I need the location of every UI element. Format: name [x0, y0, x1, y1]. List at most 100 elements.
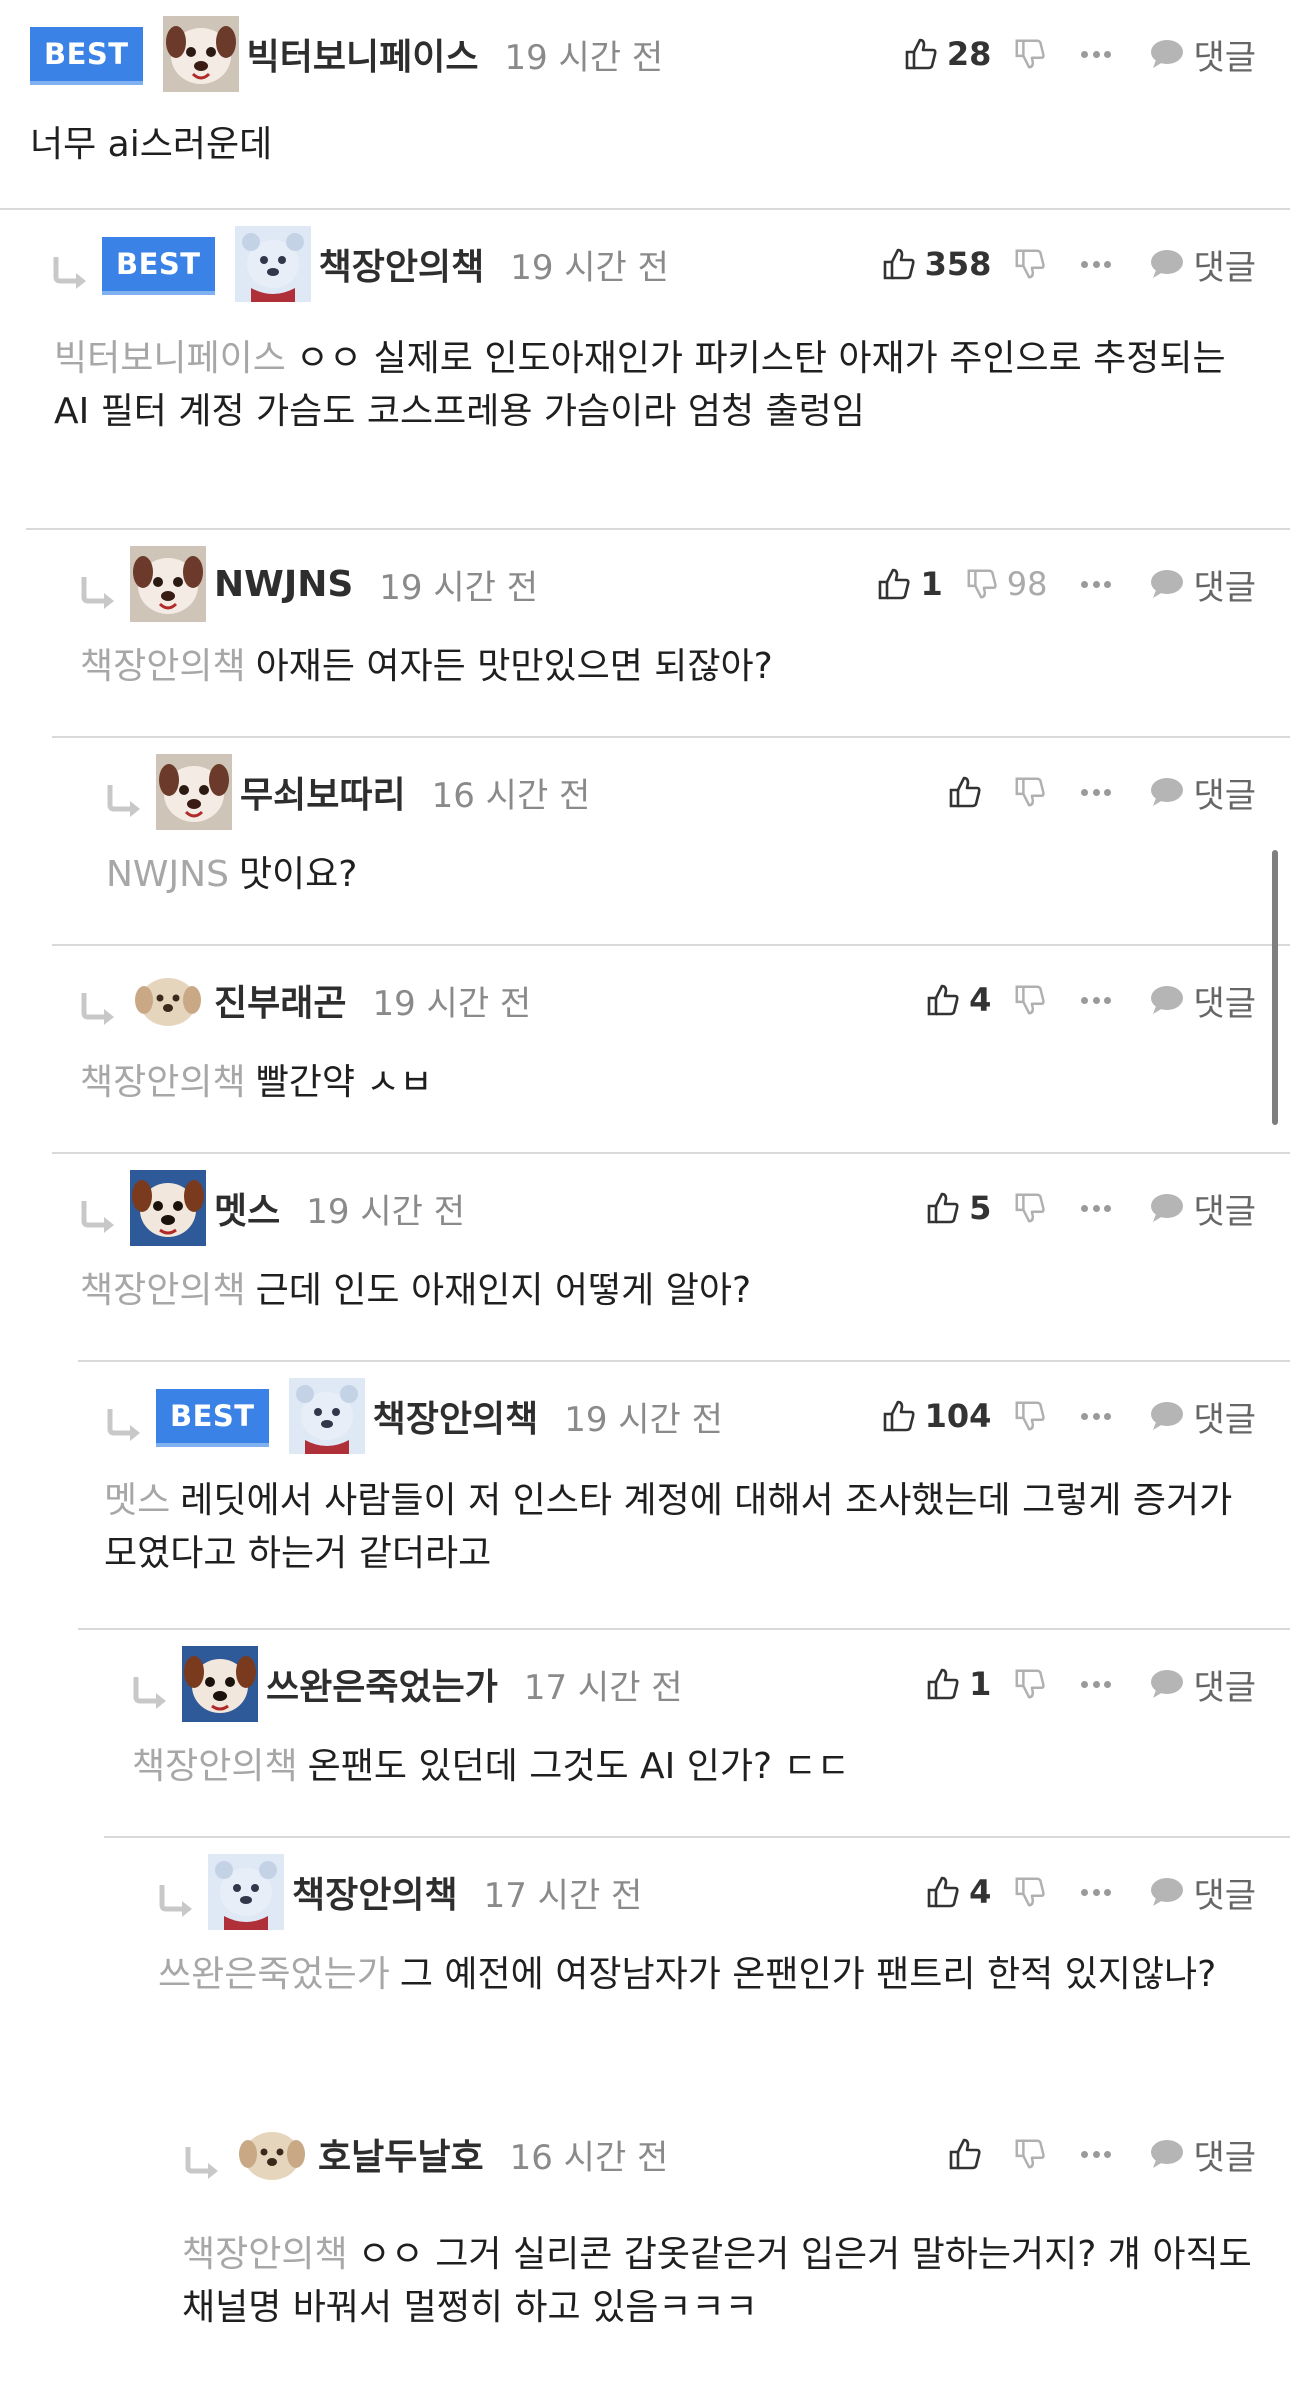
nickname[interactable]: 빅터보니페이스	[247, 28, 479, 80]
more-options-icon[interactable]	[1081, 1411, 1112, 1421]
reply-button[interactable]: 댓글	[1149, 560, 1256, 609]
bear-avatar[interactable]	[234, 226, 311, 302]
like-count: 4	[969, 1873, 992, 1911]
more-options-icon[interactable]	[1081, 579, 1112, 589]
timestamp: 17 시간 전	[523, 1667, 683, 1708]
mention[interactable]: 멧스	[104, 1480, 170, 1521]
nickname[interactable]: NWJNS	[214, 564, 353, 605]
like-button[interactable]: 5	[925, 1172, 991, 1244]
nickname[interactable]: 책장안의책	[292, 1866, 458, 1918]
mention[interactable]: 빅터보니페이스	[54, 338, 286, 379]
dislike-button[interactable]	[1013, 1399, 1047, 1433]
speech-bubble-icon	[1151, 250, 1184, 278]
like-count: 358	[924, 245, 992, 283]
nickname[interactable]: 책장안의책	[373, 1390, 539, 1442]
dislike-button[interactable]	[1013, 2137, 1047, 2171]
like-button[interactable]: 104	[881, 1380, 992, 1452]
dog-dark-avatar[interactable]	[130, 1170, 206, 1246]
mention[interactable]: 책장안의책	[182, 2234, 348, 2275]
dislike-button[interactable]	[1013, 983, 1047, 1017]
puppy-avatar[interactable]	[130, 962, 206, 1038]
nickname[interactable]: 진부래곤	[214, 974, 346, 1026]
reply-button[interactable]: 댓글	[1149, 976, 1256, 1025]
thumbs-up-icon	[905, 38, 937, 70]
mention[interactable]: 책장안의책	[132, 1746, 298, 1787]
thumbs-down-icon	[1015, 1877, 1046, 1907]
like-button[interactable]: 4	[925, 1856, 991, 1928]
more-options-icon[interactable]	[1081, 259, 1112, 269]
more-options-icon[interactable]	[1081, 1203, 1112, 1213]
like-count: 104	[924, 1397, 992, 1435]
comment-item: BEST 책장안의책 19 시간 전 104 댓글 멧스 레딧에서 사람들이 저…	[0, 1362, 1290, 1630]
nickname[interactable]: 책장안의책	[319, 238, 485, 290]
dog-avatar[interactable]	[162, 16, 239, 92]
reply-arrow-icon	[133, 1677, 166, 1709]
comment-text: 너무 ai스러운데	[30, 124, 273, 165]
mention[interactable]: 책장안의책	[80, 1062, 246, 1103]
reply-button[interactable]: 댓글	[1149, 1660, 1256, 1709]
nickname[interactable]: 무쇠보따리	[240, 766, 406, 818]
mention[interactable]: 쓰완은죽었는가	[158, 1954, 390, 1995]
more-options-icon[interactable]	[1081, 49, 1112, 59]
reply-button[interactable]: 댓글	[1149, 30, 1256, 79]
mention[interactable]: 책장안의책	[80, 646, 246, 687]
like-button[interactable]: 358	[881, 228, 992, 300]
nickname[interactable]: 호날두날호	[318, 2128, 484, 2180]
thumbs-up-icon	[927, 1668, 959, 1700]
comment-item: BEST 빅터보니페이스 19 시간 전 28 댓글 너무 ai스러운데	[0, 0, 1290, 210]
dislike-button[interactable]	[1013, 1667, 1047, 1701]
comment-text: 멧스 레딧에서 사람들이 저 인스타 계정에 대해서 조사했는데 그렇게 증거가 …	[104, 1480, 1233, 1574]
more-options-icon[interactable]	[1081, 787, 1112, 797]
comment-item: 진부래곤 19 시간 전 4 댓글 책장안의책 빨간약 ㅅㅂ	[0, 946, 1290, 1154]
reply-button[interactable]: 댓글	[1149, 240, 1256, 289]
dislike-button[interactable]: 98	[965, 565, 1048, 603]
mention[interactable]: 책장안의책	[80, 1270, 246, 1311]
bear-avatar[interactable]	[208, 1854, 284, 1930]
like-count: 5	[969, 1189, 992, 1227]
dislike-button[interactable]	[1013, 1875, 1047, 1909]
reply-label: 댓글	[1193, 1399, 1256, 1440]
thumbs-down-icon	[1015, 1193, 1046, 1223]
dog-avatar[interactable]	[156, 754, 232, 830]
reply-button[interactable]: 댓글	[1149, 1868, 1256, 1917]
dislike-button[interactable]	[1013, 37, 1047, 71]
dislike-button[interactable]	[1013, 775, 1047, 809]
dislike-button[interactable]	[1013, 1191, 1047, 1225]
like-button[interactable]: 28	[903, 18, 991, 90]
comment-item: 쓰완은죽었는가 17 시간 전 1 댓글 책장안의책 온팬도 있던데 그것도 A…	[0, 1630, 1290, 1838]
thumbs-up-icon	[927, 1192, 959, 1224]
dislike-button[interactable]	[1013, 247, 1047, 281]
dog-dark-avatar[interactable]	[182, 1646, 258, 1722]
like-button[interactable]	[947, 2118, 991, 2190]
reply-button[interactable]: 댓글	[1149, 2130, 1256, 2179]
reply-label: 댓글	[1193, 1875, 1256, 1916]
like-count: 4	[969, 981, 992, 1019]
like-button[interactable]: 1	[925, 1648, 991, 1720]
speech-bubble-icon	[1151, 570, 1184, 598]
like-count: 1	[969, 1665, 992, 1703]
bear-avatar[interactable]	[288, 1378, 365, 1454]
reply-label: 댓글	[1193, 37, 1256, 78]
like-button[interactable]	[947, 756, 991, 828]
comment-text: NWJNS 맛이요?	[106, 854, 358, 895]
mention[interactable]: NWJNS	[106, 854, 229, 895]
more-options-icon[interactable]	[1081, 1679, 1112, 1689]
dislike-count: 98	[1006, 565, 1048, 603]
timestamp: 16 시간 전	[509, 2137, 669, 2178]
reply-button[interactable]: 댓글	[1149, 768, 1256, 817]
reply-button[interactable]: 댓글	[1149, 1184, 1256, 1233]
more-options-icon[interactable]	[1081, 1887, 1112, 1897]
speech-bubble-icon	[1151, 1878, 1184, 1906]
nickname[interactable]: 쓰완은죽었는가	[266, 1658, 498, 1710]
reply-arrow-icon	[185, 2147, 218, 2179]
nickname[interactable]: 멧스	[214, 1182, 280, 1234]
like-button[interactable]: 1	[876, 548, 943, 620]
puppy-avatar[interactable]	[234, 2116, 310, 2192]
like-button[interactable]: 4	[925, 964, 991, 1036]
dog-avatar[interactable]	[130, 546, 206, 622]
reply-button[interactable]: 댓글	[1149, 1392, 1256, 1441]
more-options-icon[interactable]	[1081, 2149, 1112, 2159]
more-options-icon[interactable]	[1081, 995, 1112, 1005]
thumbs-down-icon	[967, 569, 997, 599]
scrollbar[interactable]	[1272, 850, 1278, 1125]
